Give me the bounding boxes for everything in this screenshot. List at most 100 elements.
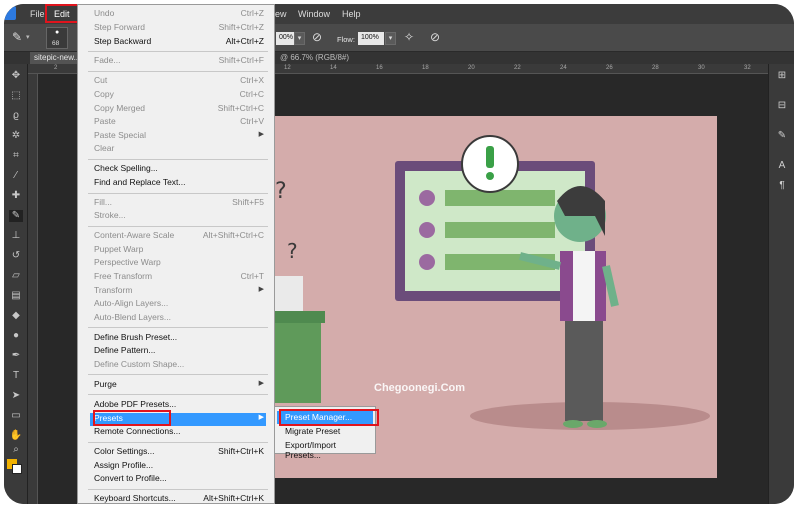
history-panel-icon[interactable]: ⊞	[776, 70, 788, 82]
menu-item-keyboard-shortcuts[interactable]: Keyboard Shortcuts... Alt+Shift+Ctrl+K	[90, 493, 266, 504]
menu-item-remote-connections[interactable]: Remote Connections...	[90, 426, 266, 439]
menu-help[interactable]: Help	[342, 9, 361, 19]
character-panel-icon[interactable]: A	[776, 160, 788, 172]
chevron-down-icon[interactable]: ▾	[26, 33, 30, 41]
menu-item-define-brush[interactable]: Define Brush Preset...	[90, 332, 266, 345]
menu-item-paste-special[interactable]: Paste Special ▶	[90, 130, 266, 143]
opacity-dropdown-icon[interactable]: ▾	[294, 32, 305, 45]
eyedropper-icon[interactable]: ⁄	[9, 170, 23, 182]
menu-item-clear[interactable]: Clear	[90, 143, 266, 156]
menu-separator	[88, 193, 268, 194]
menu-item-define-custom-shape[interactable]: Define Custom Shape...	[90, 359, 266, 372]
pen-tool-icon[interactable]: ✒	[9, 350, 23, 362]
preset-manager-highlight-annotation	[279, 409, 379, 426]
move-tool-icon[interactable]: ✥	[9, 70, 23, 82]
properties-panel-icon[interactable]: ⊟	[776, 100, 788, 112]
history-brush-icon[interactable]: ↺	[9, 250, 23, 262]
menu-item-fade[interactable]: Fade... Shift+Ctrl+F	[90, 55, 266, 68]
menu-item-perspective-warp[interactable]: Perspective Warp	[90, 257, 266, 270]
document-tab-info: @ 66.7% (RGB/8#)	[280, 53, 350, 62]
flow-dropdown-icon[interactable]: ▾	[385, 32, 396, 45]
ruler-tick: 26	[606, 65, 613, 71]
type-tool-icon[interactable]: T	[9, 370, 23, 382]
crop-tool-icon[interactable]: ⌗	[9, 150, 23, 162]
brush-tool-icon[interactable]: ✎	[9, 210, 23, 222]
brush-panel-icon[interactable]: ✎	[776, 130, 788, 142]
menu-item-presets[interactable]: Presets ▶	[90, 410, 266, 426]
dodge-tool-icon[interactable]: ●	[9, 330, 23, 342]
pressure-opacity-icon[interactable]: ⊘	[312, 30, 322, 44]
menu-item-undo[interactable]: Undo Ctrl+Z	[90, 8, 266, 21]
menu-item-free-transform[interactable]: Free Transform Ctrl+T	[90, 271, 266, 284]
menu-item-check-spelling[interactable]: Check Spelling...	[90, 163, 266, 176]
marquee-tool-icon[interactable]: ⬚	[9, 90, 23, 102]
submenu-item-export-import[interactable]: Export/Import Presets...	[277, 439, 373, 460]
eraser-icon[interactable]: ▱	[9, 270, 23, 282]
brush-preset-picker[interactable]: ● 68	[46, 27, 68, 49]
menu-separator	[88, 71, 268, 72]
presets-submenu: Preset Manager... Migrate Preset Export/…	[274, 406, 379, 460]
ruler-tick: 24	[560, 65, 567, 71]
submenu-item-preset-manager[interactable]: Preset Manager...	[277, 409, 379, 426]
clone-stamp-icon[interactable]: ⊥	[9, 230, 23, 242]
lasso-tool-icon[interactable]: ϱ	[9, 110, 23, 122]
presets-highlight-annotation	[93, 410, 171, 426]
menu-item-find-replace[interactable]: Find and Replace Text...	[90, 177, 266, 190]
menu-item-copy-merged[interactable]: Copy Merged Shift+Ctrl+C	[90, 103, 266, 116]
zoom-tool-icon[interactable]: ⌕	[9, 444, 23, 456]
menu-separator	[88, 442, 268, 443]
menu-item-color-settings[interactable]: Color Settings... Shift+Ctrl+K	[90, 446, 266, 459]
menu-item-transform[interactable]: Transform ▶	[90, 285, 266, 298]
submenu-arrow-icon: ▶	[258, 414, 264, 421]
blur-tool-icon[interactable]: ◆	[9, 310, 23, 322]
menu-item-purge[interactable]: Purge ▶	[90, 379, 266, 392]
menu-item-step-forward[interactable]: Step Forward Shift+Ctrl+Z	[90, 22, 266, 35]
menu-separator	[88, 159, 268, 160]
submenu-arrow-icon: ▶	[258, 286, 264, 293]
menu-item-define-pattern[interactable]: Define Pattern...	[90, 345, 266, 358]
flow-label: Flow:	[337, 35, 355, 44]
menu-item-content-aware-scale[interactable]: Content-Aware Scale Alt+Shift+Ctrl+C	[90, 230, 266, 243]
menu-separator	[88, 51, 268, 52]
photoshop-logo-icon	[4, 6, 16, 20]
menu-separator	[88, 489, 268, 490]
ruler-tick: 20	[468, 65, 475, 71]
photoshop-window: File Edit iew Window Help ✎ ▾ ● 68 00% ▾…	[4, 4, 794, 504]
background-color-swatch[interactable]	[12, 464, 22, 474]
ruler-tick: 16	[376, 65, 383, 71]
submenu-item-migrate-presets[interactable]: Migrate Preset	[277, 425, 373, 438]
menu-item-fill[interactable]: Fill... Shift+F5	[90, 197, 266, 210]
menu-view[interactable]: iew	[273, 9, 287, 19]
menu-item-assign-profile[interactable]: Assign Profile...	[90, 460, 266, 473]
airbrush-icon[interactable]: ✧	[404, 30, 414, 44]
menu-item-cut[interactable]: Cut Ctrl+X	[90, 75, 266, 88]
submenu-arrow-icon: ▶	[258, 131, 264, 138]
edit-menu-dropdown: Undo Ctrl+Z Step Forward Shift+Ctrl+Z Step…	[77, 4, 275, 504]
menu-item-auto-align[interactable]: Auto-Align Layers...	[90, 298, 266, 311]
tools-panel: ✥ ⬚ ϱ ✲ ⌗ ⁄ ✚ ✎ ⊥ ↺ ▱ ▤ ◆ ● ✒ T ➤ ▭ ✋ ⌕	[4, 64, 28, 504]
menu-item-puppet-warp[interactable]: Puppet Warp	[90, 244, 266, 257]
ruler-tick: 28	[652, 65, 659, 71]
menu-item-step-backward[interactable]: Step Backward Alt+Ctrl+Z	[90, 36, 266, 49]
menu-file[interactable]: File	[30, 9, 45, 19]
paragraph-panel-icon[interactable]: ¶	[776, 180, 788, 192]
menu-item-copy[interactable]: Copy Ctrl+C	[90, 89, 266, 102]
path-selection-icon[interactable]: ➤	[9, 390, 23, 402]
gradient-tool-icon[interactable]: ▤	[9, 290, 23, 302]
brush-tool-icon[interactable]: ✎	[12, 30, 22, 44]
pressure-size-icon[interactable]: ⊘	[430, 30, 440, 44]
shape-tool-icon[interactable]: ▭	[9, 410, 23, 422]
flow-field[interactable]: 100%	[358, 32, 384, 45]
menu-window[interactable]: Window	[298, 9, 330, 19]
opacity-field[interactable]: 00%	[276, 32, 294, 45]
menu-item-paste[interactable]: Paste Ctrl+V	[90, 116, 266, 129]
healing-brush-icon[interactable]: ✚	[9, 190, 23, 202]
ruler-tick: 14	[330, 65, 337, 71]
menu-item-stroke[interactable]: Stroke...	[90, 210, 266, 223]
menu-item-convert-profile[interactable]: Convert to Profile...	[90, 473, 266, 486]
ruler-tick: 2	[54, 65, 58, 71]
ruler-tick: 22	[514, 65, 521, 71]
hand-tool-icon[interactable]: ✋	[9, 430, 23, 442]
menu-item-auto-blend[interactable]: Auto-Blend Layers...	[90, 312, 266, 325]
magic-wand-icon[interactable]: ✲	[9, 130, 23, 142]
